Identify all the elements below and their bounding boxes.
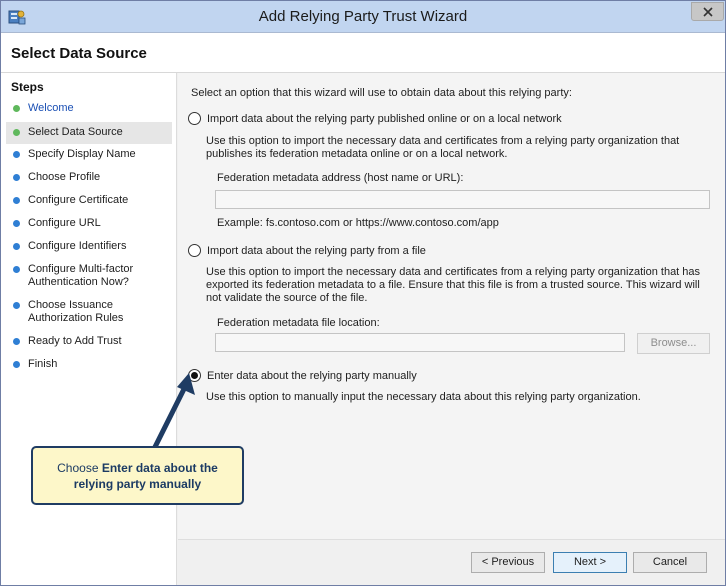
page-header: Select Data Source [1, 33, 725, 73]
metadata-address-example: Example: fs.contoso.com or https://www.c… [217, 217, 499, 229]
close-button[interactable] [691, 2, 724, 21]
step-label: Configure URL [28, 217, 101, 229]
radio-import-file[interactable] [188, 244, 201, 257]
step-pending-icon [13, 197, 20, 204]
step-label: Configure Certificate [28, 194, 129, 206]
step-pending-icon [13, 361, 20, 368]
option-file-description: Use this option to import the necessary … [206, 266, 701, 304]
option-manual-label[interactable]: Enter data about the relying party manua… [207, 370, 707, 383]
steps-heading: Steps [11, 80, 44, 94]
wizard-window: Add Relying Party Trust Wizard Select Da… [0, 0, 726, 586]
option-manual-description: Use this option to manually input the ne… [206, 391, 641, 403]
step-welcome[interactable]: Welcome [6, 102, 172, 118]
close-icon [702, 6, 713, 17]
step-label: Specify Display Name [28, 148, 136, 160]
steps-pane: Steps Welcome Select Data Source Specify… [1, 73, 177, 585]
option-online-description: Use this option to import the necessary … [206, 135, 680, 160]
main-content: Select an option that this wizard will u… [178, 73, 725, 539]
page-title: Select Data Source [11, 45, 147, 62]
step-pending-icon [13, 243, 20, 250]
callout-arrow [152, 373, 195, 450]
step-label: Choose Issuance Authorization Rules [28, 299, 124, 324]
step-label: Ready to Add Trust [28, 335, 122, 347]
option-online-label[interactable]: Import data about the relying party publ… [207, 113, 707, 126]
step-pending-icon [13, 266, 20, 273]
step-complete-icon [13, 129, 20, 136]
step-ready-to-add-trust: Ready to Add Trust [6, 335, 172, 351]
callout-prefix: Choose [57, 460, 102, 475]
option-file-label[interactable]: Import data about the relying party from… [207, 245, 707, 258]
step-complete-icon [13, 105, 20, 112]
metadata-address-input[interactable] [215, 190, 710, 209]
callout-text: Choose Enter data about the relying part… [43, 460, 232, 492]
step-configure-mfa: Configure Multi-factor Authentication No… [6, 263, 172, 291]
step-configure-url: Configure URL [6, 217, 172, 233]
step-choose-profile: Choose Profile [6, 171, 172, 187]
next-button[interactable]: Next > [553, 552, 627, 573]
step-pending-icon [13, 338, 20, 345]
metadata-file-label: Federation metadata file location: [217, 317, 380, 329]
step-label: Select Data Source [28, 126, 123, 138]
step-select-data-source: Select Data Source [6, 122, 172, 144]
step-pending-icon [13, 151, 20, 158]
title-bar: Add Relying Party Trust Wizard [1, 1, 725, 33]
step-pending-icon [13, 220, 20, 227]
step-specify-display-name: Specify Display Name [6, 148, 172, 164]
radio-import-online[interactable] [188, 112, 201, 125]
previous-button[interactable]: < Previous [471, 552, 545, 573]
step-configure-certificate: Configure Certificate [6, 194, 172, 210]
instruction-callout: Choose Enter data about the relying part… [31, 446, 244, 505]
metadata-address-label: Federation metadata address (host name o… [217, 172, 464, 184]
intro-text: Select an option that this wizard will u… [191, 87, 572, 99]
step-label: Welcome [28, 102, 74, 114]
browse-button[interactable]: Browse... [637, 333, 710, 354]
step-pending-icon [13, 174, 20, 181]
step-label: Configure Multi-factor Authentication No… [28, 263, 134, 288]
wizard-footer: < Previous Next > Cancel [178, 539, 725, 585]
step-issuance-authorization-rules: Choose Issuance Authorization Rules [6, 299, 172, 327]
window-title: Add Relying Party Trust Wizard [258, 8, 468, 25]
step-configure-identifiers: Configure Identifiers [6, 240, 172, 256]
metadata-file-input[interactable] [215, 333, 625, 352]
step-label: Choose Profile [28, 171, 101, 183]
step-label: Configure Identifiers [28, 240, 127, 252]
cancel-button[interactable]: Cancel [633, 552, 707, 573]
step-pending-icon [13, 302, 20, 309]
